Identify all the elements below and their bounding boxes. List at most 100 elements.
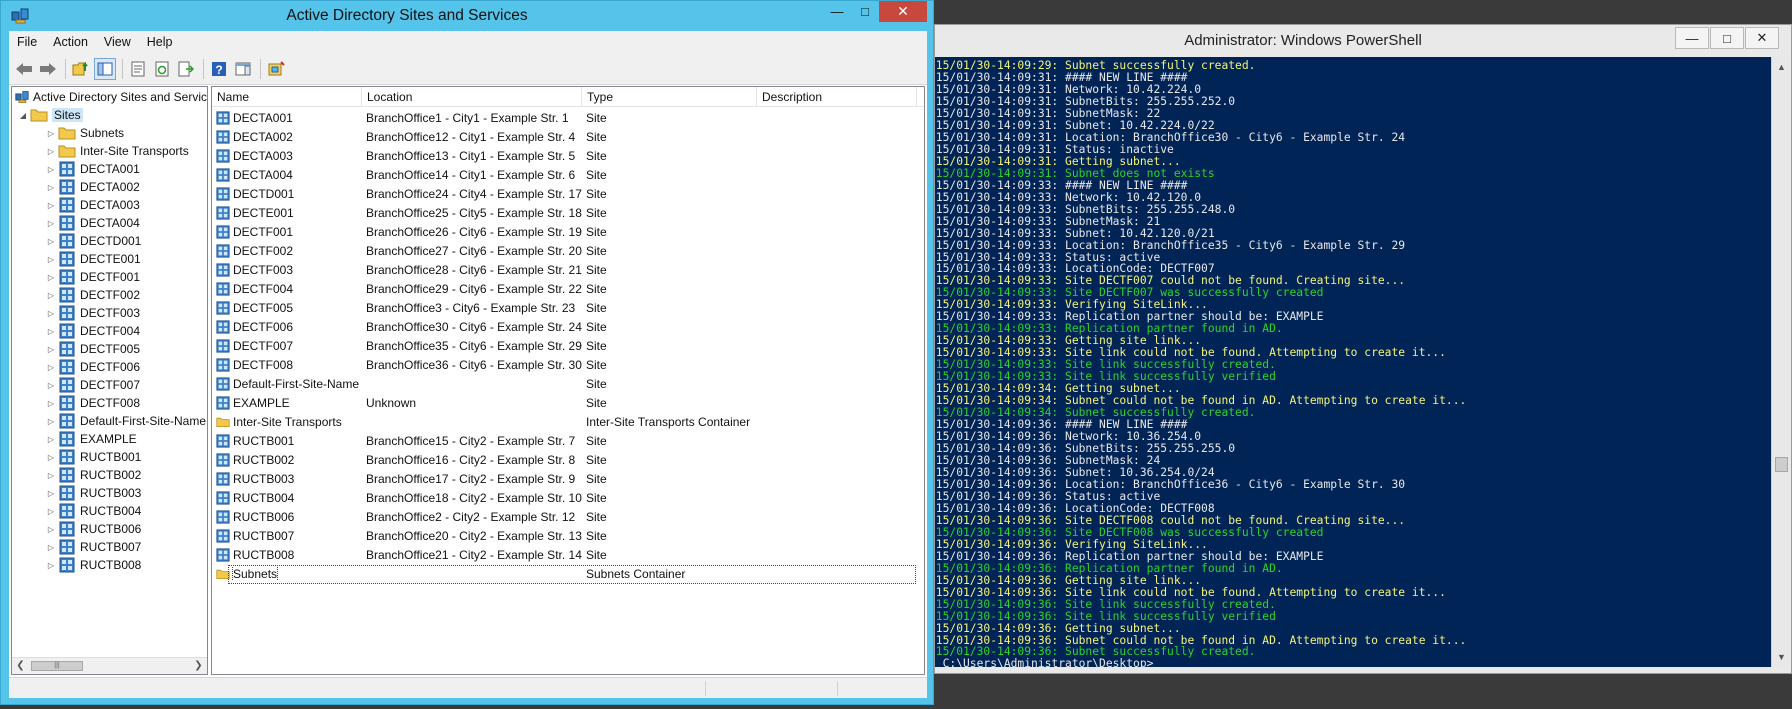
list-item[interactable]: RUCTB008 BranchOffice21 - City2 - Example… (212, 545, 924, 564)
list-item[interactable]: Default-First-Site-Name Site (212, 374, 924, 393)
list-item[interactable]: RUCTB004 BranchOffice18 - City2 - Example… (212, 488, 924, 507)
list-item[interactable]: DECTD001 BranchOffice24 - City4 - Example… (212, 184, 924, 203)
tree-item[interactable]: ▷ DECTA002 (12, 178, 207, 196)
expand-triangle-icon[interactable]: ▷ (46, 309, 56, 318)
expand-triangle-icon[interactable]: ▷ (46, 165, 56, 174)
list-item[interactable]: DECTF007 BranchOffice35 - City6 - Example… (212, 336, 924, 355)
refresh-icon[interactable] (151, 58, 173, 80)
tree-item[interactable]: ▷ DECTA004 (12, 214, 207, 232)
list-item[interactable]: RUCTB002 BranchOffice16 - City2 - Example… (212, 450, 924, 469)
tree-item[interactable]: ▷ DECTF003 (12, 304, 207, 322)
powershell-titlebar[interactable]: Administrator: Windows PowerShell — □ ✕ (935, 25, 1791, 57)
action-pane-icon[interactable] (232, 58, 254, 80)
ad-sites-window[interactable]: Active Directory Sites and Services — □ … (0, 0, 934, 705)
list-item[interactable]: DECTF002 BranchOffice27 - City6 - Example… (212, 241, 924, 260)
scroll-up-icon[interactable]: ▲ (1772, 59, 1791, 75)
list-item[interactable]: DECTF001 BranchOffice26 - City6 - Example… (212, 222, 924, 241)
ps-close-button[interactable]: ✕ (1745, 27, 1779, 49)
new-site-icon[interactable] (265, 58, 287, 80)
tree-item[interactable]: ▷ RUCTB006 (12, 520, 207, 538)
tree-item[interactable]: ▷ DECTF007 (12, 376, 207, 394)
scroll-left-icon[interactable]: ❮ (13, 658, 28, 674)
tree-item[interactable]: ▷ DECTA003 (12, 196, 207, 214)
powershell-console[interactable]: 015/01/30-14:09:29: Subnet successfully … (935, 57, 1771, 667)
expand-triangle-icon[interactable]: ▷ (46, 489, 56, 498)
expand-triangle-icon[interactable]: ▷ (46, 525, 56, 534)
list-item[interactable]: RUCTB003 BranchOffice17 - City2 - Example… (212, 469, 924, 488)
column-header-type[interactable]: Type (582, 87, 757, 106)
expand-triangle-icon[interactable]: ▷ (46, 147, 56, 156)
tree-item[interactable]: ▷ RUCTB001 (12, 448, 207, 466)
scroll-right-icon[interactable]: ❯ (191, 658, 206, 674)
help-icon[interactable]: ? (208, 58, 230, 80)
menu-action[interactable]: Action (53, 35, 88, 49)
up-folder-icon[interactable] (70, 58, 92, 80)
expand-triangle-icon[interactable]: ▷ (46, 201, 56, 210)
list-item[interactable]: Subnets Subnets Container (212, 564, 924, 584)
menu-help[interactable]: Help (147, 35, 173, 49)
back-arrow-icon[interactable] (13, 58, 35, 80)
ad-maximize-button[interactable]: □ (851, 1, 879, 22)
tree-item[interactable]: ▷ RUCTB003 (12, 484, 207, 502)
tree-item[interactable]: ▷ RUCTB008 (12, 556, 207, 574)
list-item[interactable]: DECTA002 BranchOffice12 - City1 - Example… (212, 127, 924, 146)
expand-triangle-icon[interactable]: ▷ (46, 183, 56, 192)
expand-triangle-icon[interactable]: ▷ (46, 219, 56, 228)
tree-item[interactable]: ▷ DECTE001 (12, 250, 207, 268)
expand-triangle-icon[interactable]: ▷ (46, 381, 56, 390)
tree-item[interactable]: ▷ RUCTB007 (12, 538, 207, 556)
column-header-description[interactable]: Description (757, 87, 917, 106)
column-header-location[interactable]: Location (362, 87, 582, 106)
tree-item[interactable]: ▷ Subnets (12, 124, 207, 142)
list-item[interactable]: DECTF008 BranchOffice36 - City6 - Example… (212, 355, 924, 374)
expand-triangle-icon[interactable]: ▷ (46, 417, 56, 426)
tree-scroll-thumb[interactable]: ||| (31, 661, 83, 671)
list-item[interactable]: DECTA004 BranchOffice14 - City1 - Example… (212, 165, 924, 184)
properties-icon[interactable] (127, 58, 149, 80)
console-tree[interactable]: Active Directory Sites and Servic ◢ Site… (12, 88, 207, 655)
expand-triangle-icon[interactable]: ▷ (46, 453, 56, 462)
list-item[interactable]: DECTF003 BranchOffice28 - City6 - Example… (212, 260, 924, 279)
expand-triangle-icon[interactable]: ▷ (46, 291, 56, 300)
list-item[interactable]: RUCTB006 BranchOffice2 - City2 - Example … (212, 507, 924, 526)
list-item[interactable]: DECTF005 BranchOffice3 - City6 - Example … (212, 298, 924, 317)
scroll-down-icon[interactable]: ▼ (1772, 649, 1791, 665)
list-item[interactable]: DECTE001 BranchOffice25 - City5 - Example… (212, 203, 924, 222)
expand-triangle-icon[interactable]: ▷ (46, 273, 56, 282)
tree-item[interactable]: ▷ RUCTB002 (12, 466, 207, 484)
column-header-name[interactable]: Name (212, 87, 362, 106)
expand-triangle-icon[interactable]: ▷ (46, 129, 56, 138)
expand-triangle-icon[interactable]: ▷ (46, 543, 56, 552)
tree-item[interactable]: ▷ EXAMPLE (12, 430, 207, 448)
expand-triangle-icon[interactable]: ▷ (46, 507, 56, 516)
menu-file[interactable]: File (17, 35, 37, 49)
powershell-window[interactable]: Administrator: Windows PowerShell — □ ✕ … (934, 24, 1792, 674)
expand-triangle-icon[interactable]: ▷ (46, 255, 56, 264)
ps-scroll-thumb[interactable] (1775, 457, 1788, 472)
expand-triangle-icon[interactable]: ▷ (46, 363, 56, 372)
results-list-pane[interactable]: Name Location Type Description DECTA001 B… (211, 86, 925, 675)
forward-arrow-icon[interactable] (37, 58, 59, 80)
list-item[interactable]: RUCTB007 BranchOffice20 - City2 - Example… (212, 526, 924, 545)
show-hide-tree-icon[interactable] (94, 57, 116, 80)
expand-triangle-icon[interactable]: ▷ (46, 345, 56, 354)
tree-item[interactable]: ▷ DECTF001 (12, 268, 207, 286)
list-item[interactable]: DECTF006 BranchOffice30 - City6 - Example… (212, 317, 924, 336)
list-item[interactable]: Inter-Site Transports Inter-Site Transpor… (212, 412, 924, 431)
collapse-triangle-icon[interactable]: ◢ (18, 111, 28, 120)
tree-item[interactable]: ▷ DECTF008 (12, 394, 207, 412)
ps-vertical-scrollbar[interactable]: ▲ ▼ (1771, 57, 1791, 667)
tree-item[interactable]: ▷ DECTF006 (12, 358, 207, 376)
export-list-icon[interactable] (175, 58, 197, 80)
tree-item[interactable]: ▷ DECTA001 (12, 160, 207, 178)
list-item[interactable]: EXAMPLE Unknown Site (212, 393, 924, 412)
tree-horizontal-scrollbar[interactable]: ❮ ||| ❯ (12, 657, 207, 674)
ad-close-button[interactable]: ✕ (879, 1, 927, 22)
ad-titlebar[interactable]: Active Directory Sites and Services — □ … (1, 1, 933, 31)
expand-triangle-icon[interactable]: ▷ (46, 327, 56, 336)
tree-item[interactable]: ▷ DECTF005 (12, 340, 207, 358)
tree-item[interactable]: ▷ Default-First-Site-Name (12, 412, 207, 430)
tree-item-sites[interactable]: ◢ Sites (12, 106, 207, 124)
tree-item[interactable]: ▷ DECTF002 (12, 286, 207, 304)
list-item[interactable]: DECTA003 BranchOffice13 - City1 - Example… (212, 146, 924, 165)
